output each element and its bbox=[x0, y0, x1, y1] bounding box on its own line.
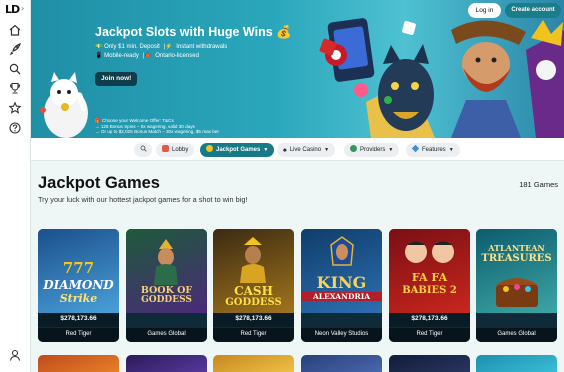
search-icon bbox=[140, 145, 147, 152]
game-card-diamond-strike[interactable]: 777 DIAMOND Strike $278,173.66 Red Tiger bbox=[38, 229, 119, 342]
providers-icon bbox=[350, 145, 357, 152]
treasure-chest-illustration bbox=[496, 278, 538, 307]
create-account-button[interactable]: Create account bbox=[505, 3, 561, 18]
jackpot-amount: $278,173.66 bbox=[389, 313, 470, 327]
hero-bullet: Ontario-licensed bbox=[155, 53, 199, 59]
hero-banner: Jackpot Slots with Huge Wins 💰 💵 Only $1… bbox=[31, 0, 564, 138]
game-card-partial[interactable] bbox=[126, 355, 207, 372]
chevron-down-icon: ▼ bbox=[324, 147, 330, 153]
jackpot-amount: $278,173.66 bbox=[38, 313, 119, 327]
chevron-down-icon: ▼ bbox=[388, 147, 394, 153]
game-title-line: GODDESS bbox=[141, 295, 192, 305]
game-card-partial[interactable] bbox=[389, 355, 470, 372]
game-provider: Games Global bbox=[476, 328, 557, 342]
game-title-line: 777 bbox=[62, 259, 95, 277]
game-title-line: BABIES 2 bbox=[402, 285, 457, 296]
goddess-illustration bbox=[154, 239, 178, 285]
game-provider: Red Tiger bbox=[213, 328, 294, 342]
jackpot-amount bbox=[476, 313, 557, 327]
home-icon[interactable] bbox=[8, 23, 22, 37]
help-icon[interactable] bbox=[8, 121, 22, 135]
game-provider: Neon Valley Studios bbox=[301, 328, 382, 342]
money-icon: 💵 bbox=[95, 44, 103, 50]
game-title-line: KING bbox=[316, 273, 367, 292]
hero-bullet: Only $1 min. Deposit bbox=[104, 44, 160, 50]
game-card-cash-goddess[interactable]: CASH GODDESS $278,173.66 Red Tiger bbox=[213, 229, 294, 342]
game-provider: Red Tiger bbox=[389, 328, 470, 342]
tab-features[interactable]: Features ▼ bbox=[406, 143, 460, 157]
page-subtitle: Try your luck with our hottest jackpot g… bbox=[38, 195, 248, 204]
chevron-down-icon: ▼ bbox=[448, 147, 454, 153]
goddess-illustration bbox=[240, 237, 266, 283]
game-title-line: Strike bbox=[59, 292, 98, 305]
collapse-sidebar-icon[interactable]: › bbox=[21, 4, 24, 13]
phone-icon: 📱 bbox=[95, 53, 103, 59]
game-title-line: CASH bbox=[234, 284, 273, 298]
nav-search-button[interactable] bbox=[134, 143, 152, 157]
star-icon[interactable] bbox=[8, 101, 22, 115]
tab-label: Lobby bbox=[172, 147, 189, 153]
trophy-icon[interactable] bbox=[8, 81, 22, 95]
tab-live-casino[interactable]: ♠ Live Casino ▼ bbox=[277, 143, 336, 157]
hero-bullet-row: 📱 Mobile-ready |🍁 Ontario-licensed bbox=[95, 52, 227, 61]
page-title: Jackpot Games bbox=[38, 174, 160, 192]
welcome-offer-terms: 🎁 Choose your Welcome Offer: T&Cs → 125 … bbox=[95, 118, 219, 135]
join-now-button[interactable]: Join now! bbox=[95, 72, 138, 86]
offer-line: → Or up to $2,025 Bonus Match – 30x wage… bbox=[95, 129, 219, 135]
game-title-line: ATLANTEAN bbox=[488, 243, 545, 253]
category-nav: Lobby Jackpot Games ▼ ♠ Live Casino ▼ Provi… bbox=[31, 138, 564, 161]
game-provider: Games Global bbox=[126, 328, 207, 342]
game-title-line: ALEXANDRIA bbox=[301, 292, 382, 301]
login-button[interactable]: Log in bbox=[468, 3, 501, 18]
jackpot-amount bbox=[301, 313, 382, 327]
sidebar: LD › bbox=[0, 0, 31, 372]
jackpot-amount: $278,173.66 bbox=[213, 313, 294, 327]
spade-icon: ♠ bbox=[283, 147, 287, 154]
user-icon[interactable] bbox=[8, 348, 22, 362]
tab-jackpot-games[interactable]: Jackpot Games ▼ bbox=[200, 143, 275, 157]
game-count: 181 Games bbox=[519, 180, 558, 189]
babies-illustration bbox=[405, 241, 454, 263]
tab-label: Jackpot Games bbox=[216, 147, 261, 153]
tab-lobby[interactable]: Lobby bbox=[156, 143, 195, 157]
tab-providers[interactable]: Providers ▼ bbox=[344, 143, 400, 157]
search-icon[interactable] bbox=[8, 62, 22, 76]
bolt-icon: |⚡ bbox=[163, 44, 173, 50]
game-card-partial[interactable] bbox=[213, 355, 294, 372]
hero-bullet: Instant withdrawals bbox=[176, 44, 228, 50]
leaf-icon: |🍁 bbox=[142, 53, 152, 59]
game-title-line: TREASURES bbox=[481, 253, 552, 264]
game-title-line: FA FA bbox=[411, 271, 448, 284]
rocket-icon[interactable] bbox=[8, 42, 22, 56]
jackpot-icon bbox=[206, 145, 213, 152]
lucky-cat-illustration bbox=[40, 72, 88, 138]
game-title-line: GODDESS bbox=[225, 297, 282, 308]
game-card-partial[interactable] bbox=[301, 355, 382, 372]
pharaoh-illustration bbox=[330, 236, 354, 266]
hero-bullet-row: 💵 Only $1 min. Deposit |⚡ Instant withdr… bbox=[95, 43, 227, 52]
game-card-partial[interactable] bbox=[476, 355, 557, 372]
game-card-atlantean-treasures[interactable]: ATLANTEAN TREASURES Games Global bbox=[476, 229, 557, 342]
hero-title: Jackpot Slots with Huge Wins 💰 bbox=[95, 25, 292, 39]
game-card-book-of-goddess[interactable]: BOOK OF GODDESS Games Global bbox=[126, 229, 207, 342]
chevron-down-icon: ▼ bbox=[263, 147, 269, 153]
tab-label: Live Casino bbox=[289, 147, 322, 153]
brand-logo[interactable]: LD bbox=[5, 3, 20, 16]
features-icon bbox=[411, 144, 420, 153]
hero-bullet: Mobile-ready bbox=[104, 53, 139, 59]
game-card-king-alexandria[interactable]: KING ALEXANDRIA Neon Valley Studios bbox=[301, 229, 382, 342]
jackpot-amount bbox=[126, 313, 207, 327]
game-provider: Red Tiger bbox=[38, 328, 119, 342]
lobby-icon bbox=[162, 145, 169, 152]
game-card-fa-fa-babies-2[interactable]: FA FA BABIES 2 $278,173.66 Red Tiger bbox=[389, 229, 470, 342]
hero-bullets: 💵 Only $1 min. Deposit |⚡ Instant withdr… bbox=[95, 43, 227, 61]
tab-label: Features bbox=[422, 147, 446, 153]
tab-label: Providers bbox=[360, 147, 386, 153]
game-title-line: DIAMOND bbox=[43, 278, 114, 292]
slot-art-illustration bbox=[319, 18, 564, 138]
game-card-partial[interactable] bbox=[38, 355, 119, 372]
